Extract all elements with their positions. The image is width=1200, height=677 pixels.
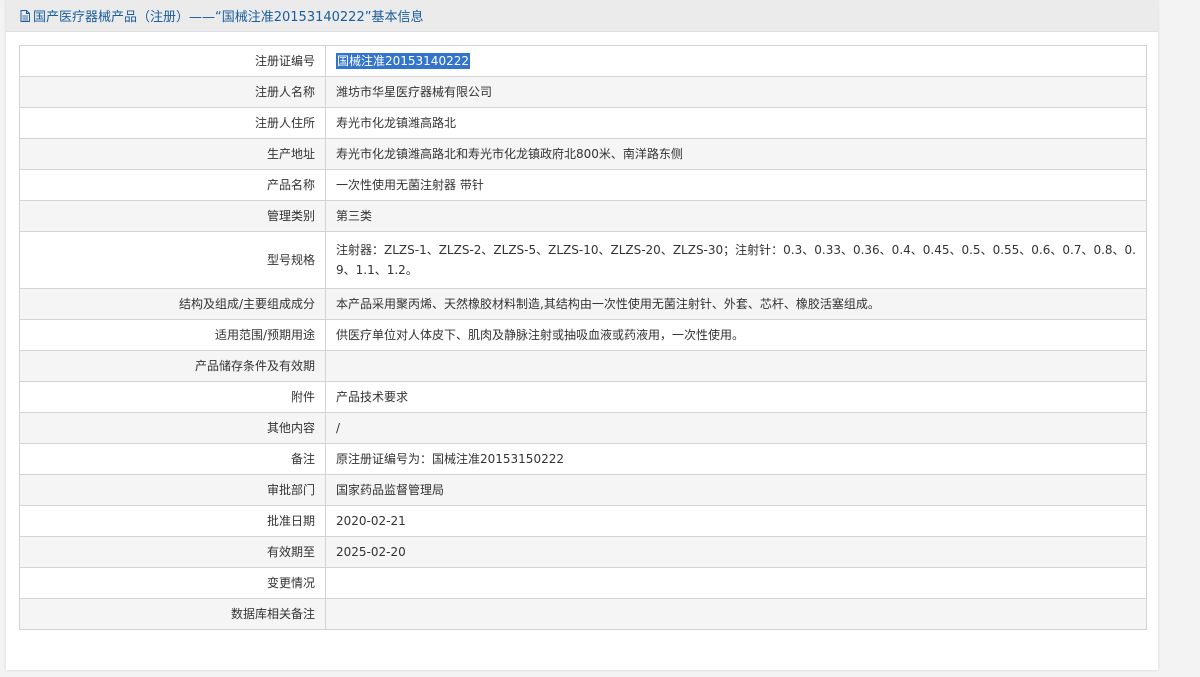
field-label: 批准日期 (19, 505, 326, 537)
field-label: 产品储存条件及有效期 (19, 350, 326, 382)
field-value[interactable]: 一次性使用无菌注射器 带针 (336, 178, 484, 192)
field-value-cell: 本产品采用聚丙烯、天然橡胶材料制造,其结构由一次性使用无菌注射针、外套、芯杆、橡… (325, 288, 1147, 320)
field-value-cell: 国械注准20153140222 (325, 45, 1147, 77)
field-label: 产品名称 (19, 169, 326, 201)
table-row: 结构及组成/主要组成成分 本产品采用聚丙烯、天然橡胶材料制造,其结构由一次性使用无… (19, 288, 1147, 320)
field-value[interactable]: 原注册证编号为：国械注准20153150222 (336, 452, 564, 466)
selected-field-value[interactable]: 国械注准20153140222 (336, 53, 470, 69)
field-label: 注册人名称 (19, 76, 326, 108)
field-label: 其他内容 (19, 412, 326, 444)
table-row: 附件 产品技术要求 (19, 381, 1147, 413)
field-value-cell: 寿光市化龙镇潍高路北和寿光市化龙镇政府北800米、南洋路东侧 (325, 138, 1147, 170)
field-label: 备注 (19, 443, 326, 475)
field-label: 注册证编号 (19, 45, 326, 77)
table-row: 批准日期 2020-02-21 (19, 505, 1147, 537)
table-row: 注册人住所 寿光市化龙镇潍高路北 (19, 107, 1147, 139)
field-value[interactable]: 本产品采用聚丙烯、天然橡胶材料制造,其结构由一次性使用无菌注射针、外套、芯杆、橡… (336, 297, 880, 311)
table-row: 备注 原注册证编号为：国械注准20153150222 (19, 443, 1147, 475)
field-value-cell: 潍坊市华星医疗器械有限公司 (325, 76, 1147, 108)
field-value-cell: / (325, 412, 1147, 444)
field-value-cell: 原注册证编号为：国械注准20153150222 (325, 443, 1147, 475)
field-value[interactable]: 供医疗单位对人体皮下、肌肉及静脉注射或抽吸血液或药液用，一次性使用。 (336, 328, 744, 342)
field-value-cell: 注射器：ZLZS-1、ZLZS-2、ZLZS-5、ZLZS-10、ZLZS-20… (325, 231, 1147, 289)
field-value[interactable]: 2025-02-20 (336, 545, 406, 559)
field-value[interactable]: 第三类 (336, 209, 372, 223)
table-row: 其他内容 / (19, 412, 1147, 444)
field-value[interactable]: 注射器：ZLZS-1、ZLZS-2、ZLZS-5、ZLZS-10、ZLZS-20… (336, 243, 1136, 277)
detail-panel: 国产医疗器械产品（注册）——“国械注准20153140222”基本信息 注册证编… (6, 0, 1158, 670)
field-value[interactable]: 2020-02-21 (336, 514, 406, 528)
table-row: 审批部门 国家药品监督管理局 (19, 474, 1147, 506)
field-label: 有效期至 (19, 536, 326, 568)
info-table: 注册证编号 国械注准20153140222 注册人名称 潍坊市华星医疗器械有限公司 注册… (19, 45, 1147, 630)
field-value-cell: 寿光市化龙镇潍高路北 (325, 107, 1147, 139)
table-row: 产品名称 一次性使用无菌注射器 带针 (19, 169, 1147, 201)
field-label: 注册人住所 (19, 107, 326, 139)
table-row: 数据库相关备注 (19, 598, 1147, 630)
field-value-cell: 2020-02-21 (325, 505, 1147, 537)
table-row: 注册证编号 国械注准20153140222 (19, 45, 1147, 77)
table-row: 生产地址 寿光市化龙镇潍高路北和寿光市化龙镇政府北800米、南洋路东侧 (19, 138, 1147, 170)
table-row: 管理类别 第三类 (19, 200, 1147, 232)
document-icon (20, 9, 30, 22)
field-value[interactable]: 寿光市化龙镇潍高路北 (336, 116, 456, 130)
field-label: 变更情况 (19, 567, 326, 599)
field-value-cell (325, 567, 1147, 599)
field-label: 审批部门 (19, 474, 326, 506)
field-value[interactable]: 国家药品监督管理局 (336, 483, 444, 497)
field-value[interactable]: 产品技术要求 (336, 390, 408, 404)
info-table-wrapper: 注册证编号 国械注准20153140222 注册人名称 潍坊市华星医疗器械有限公司 注册… (19, 45, 1147, 630)
table-row: 变更情况 (19, 567, 1147, 599)
info-table-body: 注册证编号 国械注准20153140222 注册人名称 潍坊市华星医疗器械有限公司 注册… (19, 45, 1147, 630)
field-value-cell: 2025-02-20 (325, 536, 1147, 568)
table-row: 适用范围/预期用途 供医疗单位对人体皮下、肌肉及静脉注射或抽吸血液或药液用，一次性… (19, 319, 1147, 351)
field-label: 适用范围/预期用途 (19, 319, 326, 351)
field-value-cell (325, 350, 1147, 382)
field-value-cell: 供医疗单位对人体皮下、肌肉及静脉注射或抽吸血液或药液用，一次性使用。 (325, 319, 1147, 351)
table-row: 有效期至 2025-02-20 (19, 536, 1147, 568)
table-row: 型号规格 注射器：ZLZS-1、ZLZS-2、ZLZS-5、ZLZS-10、ZLZ… (19, 231, 1147, 289)
field-label: 附件 (19, 381, 326, 413)
field-label: 型号规格 (19, 231, 326, 289)
field-value-cell: 一次性使用无菌注射器 带针 (325, 169, 1147, 201)
table-row: 产品储存条件及有效期 (19, 350, 1147, 382)
page-title: 国产医疗器械产品（注册）——“国械注准20153140222”基本信息 (33, 10, 424, 25)
table-row: 注册人名称 潍坊市华星医疗器械有限公司 (19, 76, 1147, 108)
field-label: 数据库相关备注 (19, 598, 326, 630)
field-label: 管理类别 (19, 200, 326, 232)
field-value[interactable]: 寿光市化龙镇潍高路北和寿光市化龙镇政府北800米、南洋路东侧 (336, 147, 683, 161)
page-title-bar: 国产医疗器械产品（注册）——“国械注准20153140222”基本信息 (6, 0, 1158, 32)
field-value-cell: 产品技术要求 (325, 381, 1147, 413)
field-value-cell (325, 598, 1147, 630)
field-label: 生产地址 (19, 138, 326, 170)
field-value[interactable]: / (336, 421, 340, 435)
field-value[interactable]: 潍坊市华星医疗器械有限公司 (336, 85, 492, 99)
field-value-cell: 国家药品监督管理局 (325, 474, 1147, 506)
field-label: 结构及组成/主要组成成分 (19, 288, 326, 320)
field-value-cell: 第三类 (325, 200, 1147, 232)
